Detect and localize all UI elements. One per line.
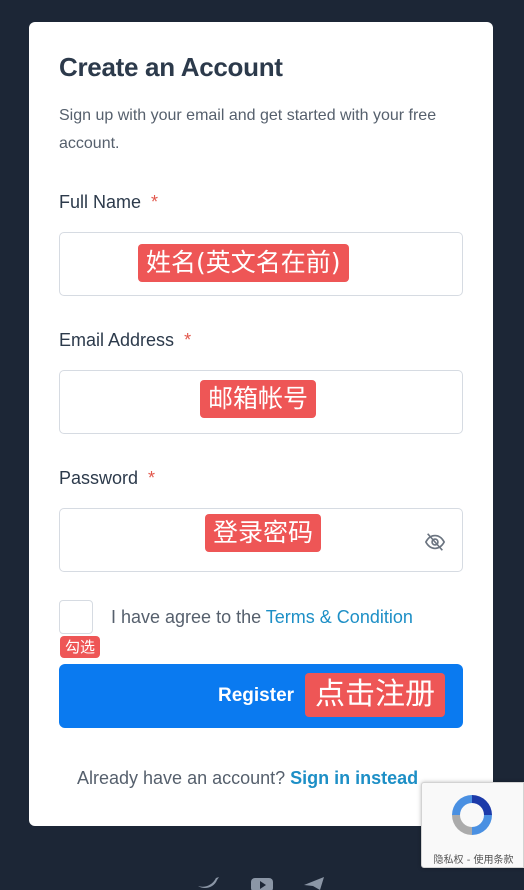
page-title: Create an Account — [59, 52, 283, 82]
full-name-label-text: Full Name — [59, 192, 142, 212]
youtube-icon[interactable] — [250, 876, 274, 890]
twitter-icon[interactable] — [196, 876, 220, 890]
full-name-label: Full Name * — [59, 192, 158, 213]
register-button-label: Register — [218, 685, 295, 706]
signin-text: Already have an account? Sign in instead — [77, 768, 418, 789]
email-label-text: Email Address — [59, 330, 175, 350]
recaptcha-badge[interactable]: 隐私权 - 使用条款 — [421, 782, 524, 868]
required-mark: * — [151, 192, 159, 212]
password-label-text: Password — [59, 468, 139, 488]
terms-checkbox[interactable] — [59, 600, 93, 634]
register-card: Create an Account Sign up with your emai… — [29, 22, 493, 826]
password-annotation: 登录密码 — [205, 514, 322, 552]
register-annotation: 点击注册 — [305, 673, 445, 717]
signin-prompt: Already have an account? — [77, 768, 291, 788]
email-annotation: 邮箱帐号 — [200, 380, 317, 418]
password-label: Password * — [59, 468, 155, 489]
telegram-icon[interactable] — [302, 876, 326, 890]
recaptcha-icon — [452, 795, 492, 835]
recaptcha-links[interactable]: 隐私权 - 使用条款 — [422, 851, 524, 866]
email-label: Email Address * — [59, 330, 191, 351]
required-mark: * — [148, 468, 156, 488]
page-subtitle: Sign up with your email and get started … — [59, 107, 437, 152]
full-name-annotation: 姓名(英文名在前) — [138, 244, 349, 282]
required-mark: * — [184, 330, 192, 350]
terms-text: I have agree to the Terms & Condition — [111, 607, 413, 628]
terms-prefix: I have agree to the — [111, 607, 266, 627]
eye-off-icon[interactable] — [424, 531, 446, 553]
checkbox-annotation: 勾选 — [60, 636, 101, 658]
terms-link[interactable]: Terms & Condition — [266, 607, 413, 627]
signin-link[interactable]: Sign in instead — [290, 768, 418, 788]
